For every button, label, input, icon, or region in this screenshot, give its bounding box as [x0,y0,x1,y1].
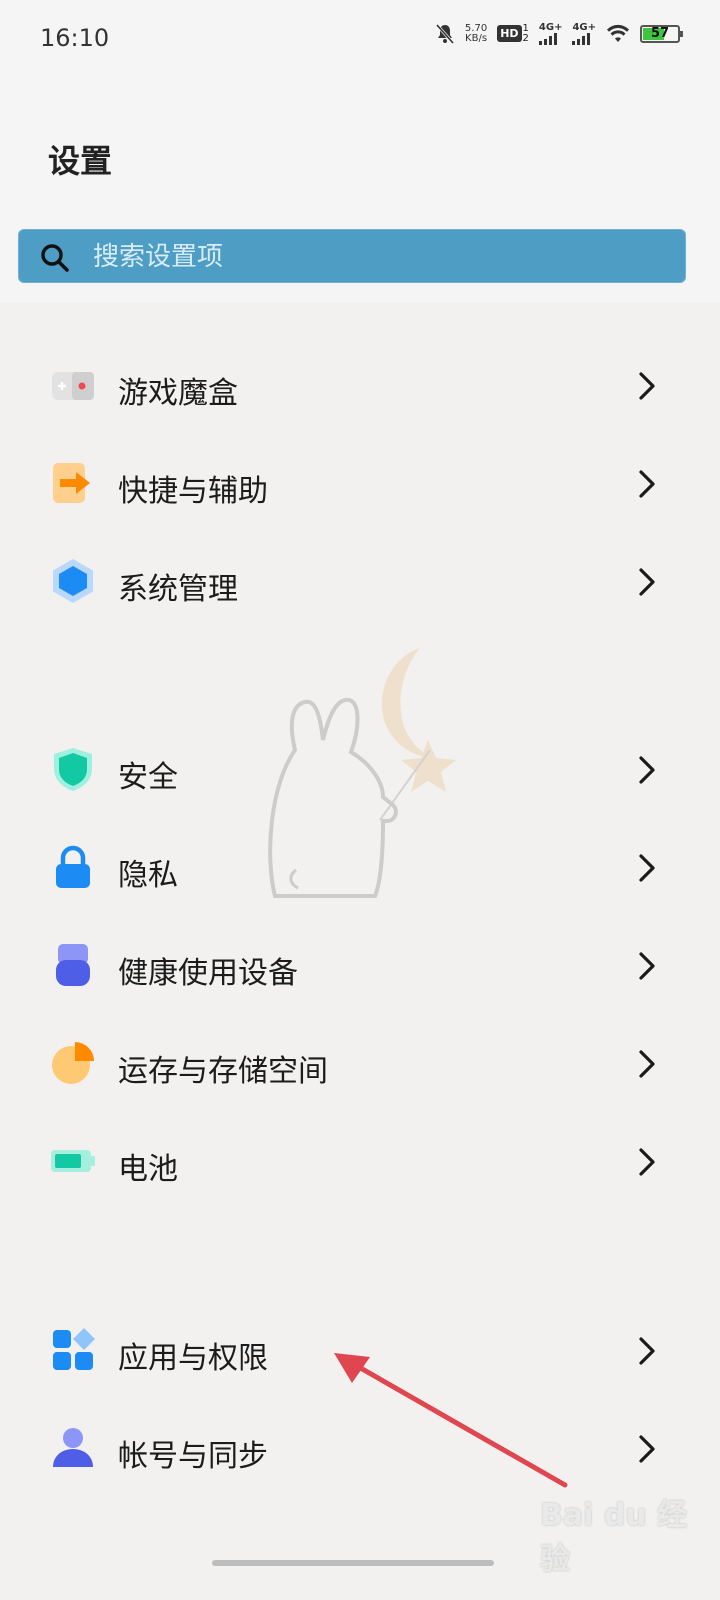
battery-indicator: 57 [640,24,683,43]
hd-label: HD [497,25,522,42]
lock-icon [56,845,90,888]
signal-bars-icon [572,33,591,45]
watermark-text: Bai du 经验 [540,1498,688,1577]
search-input[interactable] [91,230,655,284]
health-icon [56,944,90,986]
chevron-right-icon [639,1148,655,1176]
settings-item-label: 系统管理 [118,572,238,607]
settings-item-label: 安全 [118,760,178,795]
settings-item-storage[interactable]: 运存与存储空间 [0,1016,720,1112]
search-icon [41,244,69,272]
hd-volte-indicator: HD 1 2 [497,22,529,44]
settings-item-label: 应用与权限 [118,1341,268,1376]
system-hexagon-icon [53,559,93,603]
settings-item-game-box[interactable]: 游戏魔盒 [0,338,720,434]
shortcut-icon [53,463,90,503]
chevron-right-icon [639,568,655,596]
settings-item-label: 运存与存储空间 [118,1054,328,1089]
shield-icon [54,748,92,791]
sim2-signal: 4G+ [572,22,596,45]
wifi-icon [606,24,630,44]
signal-bars-icon [538,33,557,45]
home-indicator[interactable] [212,1560,494,1566]
chevron-right-icon [639,1337,655,1365]
annotation-arrow [334,1353,568,1488]
sim1-signal: 4G+ [538,22,563,45]
settings-item-label: 游戏魔盒 [118,376,238,411]
account-icon [53,1428,93,1467]
network-speed-value: 5.70 [464,22,488,34]
battery-percent: 57 [650,25,670,41]
chevron-right-icon [639,1435,655,1463]
settings-item-system[interactable]: 系统管理 [0,534,720,630]
sim1-network-type: 4G+ [538,22,563,33]
sim2-network-type: 4G+ [572,22,596,33]
settings-item-label: 隐私 [118,858,178,893]
settings-item-security[interactable]: 安全 [0,722,720,818]
game-box-icon [52,372,94,400]
chevron-right-icon [639,470,655,498]
chevron-right-icon [639,756,655,784]
mute-bell-icon [435,23,455,45]
settings-item-shortcuts[interactable]: 快捷与辅助 [0,436,720,532]
network-speed: 5.70 KB/s [464,22,488,44]
chevron-right-icon [639,1050,655,1078]
hd-sub-top: 1 [522,22,529,34]
status-icons: 5.70 KB/s HD 1 2 4G+ 4G+ 57 [435,22,683,45]
battery-icon [51,1150,95,1172]
hd-sub-bottom: 2 [522,32,529,44]
settings-header: 设置 [0,80,720,302]
chevron-right-icon [639,372,655,400]
settings-item-label: 电池 [118,1152,178,1187]
settings-item-privacy[interactable]: 隐私 [0,820,720,916]
chevron-right-icon [639,952,655,980]
settings-item-label: 快捷与辅助 [118,474,268,509]
apps-grid-icon [53,1328,95,1370]
baidu-watermark: Bai du 经验 [540,1490,710,1577]
status-time: 16:10 [40,24,110,52]
network-speed-unit: KB/s [465,32,488,44]
settings-item-label: 帐号与同步 [118,1439,268,1474]
chevron-right-icon [639,854,655,882]
storage-pie-icon [52,1042,94,1084]
status-bar: 16:10 5.70 KB/s HD 1 2 4G+ 4G+ 57 [0,0,720,80]
settings-item-battery[interactable]: 电池 [0,1114,720,1210]
page-title: 设置 [48,142,113,180]
settings-item-health[interactable]: 健康使用设备 [0,918,720,1014]
search-bar[interactable] [18,229,686,284]
settings-item-label: 健康使用设备 [118,956,298,991]
